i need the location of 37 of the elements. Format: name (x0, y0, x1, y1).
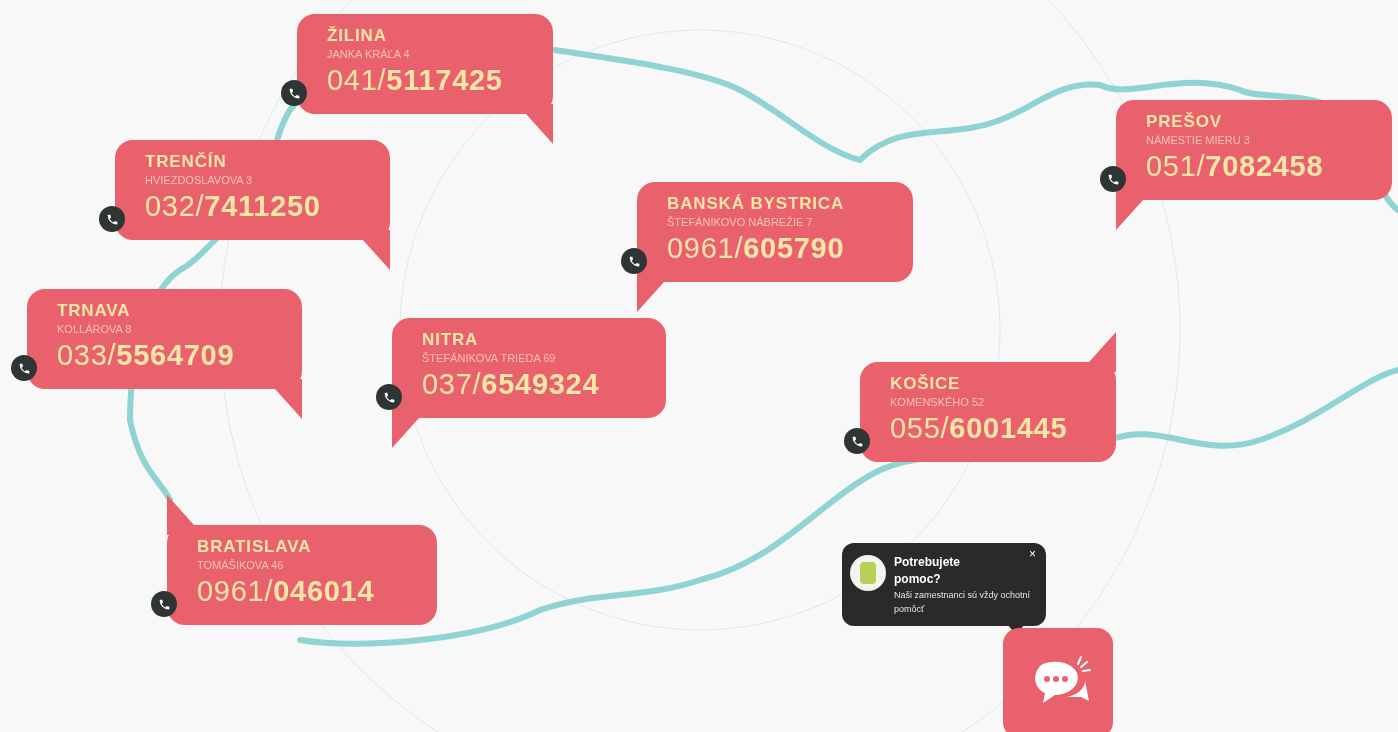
phone-icon (376, 384, 402, 410)
phone-icon (621, 248, 647, 274)
avatar-icon (850, 555, 886, 591)
address-text: KOMENSKÉHO 52 (890, 395, 986, 410)
close-button[interactable]: × (1029, 548, 1036, 560)
address-text: KOLLÁROVA 8 (57, 322, 133, 337)
city-name: TRENČÍN (145, 152, 228, 172)
address-text: ŠTEFÁNIKOVO NÁBREŽIE 7 (667, 215, 814, 230)
phone-number: 033/5564709 (57, 338, 236, 373)
city-name: PREŠOV (1146, 112, 1223, 132)
phone-icon (151, 591, 177, 617)
address-text: ŠTEFÁNIKOVA TRIEDA 69 (422, 351, 557, 366)
city-name: BRATISLAVA (197, 537, 313, 557)
city-name: ŽILINA (327, 26, 388, 46)
phone-icon (281, 80, 307, 106)
address-text: NÁMESTIE MIERU 3 (1146, 133, 1251, 148)
phone-number: 037/6549324 (422, 367, 601, 402)
phone-icon (1100, 166, 1126, 192)
city-name: KOŠICE (890, 374, 962, 394)
city-name: BANSKÁ BYSTRICA (667, 194, 846, 214)
phone-number: 0961/046014 (197, 574, 376, 609)
city-name: NITRA (422, 330, 480, 350)
phone-number: 032/7411250 (145, 189, 322, 224)
city-name: TRNAVA (57, 301, 132, 321)
phone-number: 0961/605790 (667, 231, 846, 266)
popup-message: Naši zamestnanci sú vždy ochotní pomôcť (894, 589, 1032, 616)
phone-number: 051/7082458 (1146, 149, 1325, 184)
address-text: HVIEZDOSLAVOVA 3 (145, 173, 254, 188)
phone-icon (844, 428, 870, 454)
phone-icon (11, 355, 37, 381)
address-text: TOMÁŠIKOVA 46 (197, 558, 285, 573)
phone-icon (99, 206, 125, 232)
popup-title: Potrebujete pomoc? (894, 554, 961, 588)
phone-number: 055/6001445 (890, 411, 1069, 446)
phone-number: 041/5117425 (327, 63, 504, 98)
address-text: JANKA KRÁĽA 4 (327, 47, 411, 62)
chat-button[interactable] (1003, 628, 1113, 732)
